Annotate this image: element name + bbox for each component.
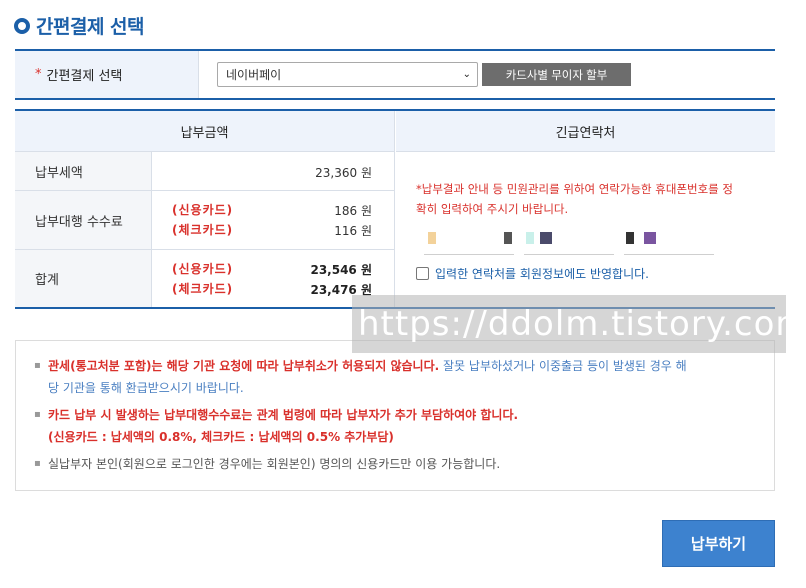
emergency-contact-panel: 긴급연락처 *납부결과 안내 등 민원관리를 위하여 연락가능한 휴대폰번호를 … <box>396 111 775 307</box>
amount-contact-section: 납부금액 납부세액 23,360 원 납부대행 수수료 (신용카드) 186 원… <box>15 109 775 309</box>
pay-button[interactable]: 납부하기 <box>662 520 775 567</box>
required-mark: * <box>35 67 42 82</box>
notice-owner-text: 실납부자 본인(회원으로 로그인한 경우에는 회원본인) 명의의 신용카드만 이… <box>48 457 501 471</box>
notice-refund-guide-2: 당 기관을 통해 환급받으시기 바랍니다. <box>48 381 244 395</box>
notice-item-owner: 실납부자 본인(회원으로 로그인한 경우에는 회원본인) 명의의 신용카드만 이… <box>34 453 754 475</box>
payment-method-select[interactable]: 네이버페이 ⌄ <box>217 62 478 87</box>
fee-credit-label: (신용카드) <box>172 203 234 217</box>
profile-sync-checkbox[interactable] <box>416 267 429 280</box>
fee-check-amount: 116 원 <box>334 224 372 238</box>
notice-fee-line2: (신용카드 : 납세액의 0.8%, 체크카드 : 납세액의 0.5% 추가부담… <box>48 430 394 444</box>
table-row-tax: 납부세액 23,360 원 <box>15 152 394 191</box>
fee-label: 납부대행 수수료 <box>15 191 152 249</box>
watermark: https://ddolm.tistory.com <box>352 295 806 353</box>
notice-item-refund: 관세(통고처분 포함)는 해당 기관 요청에 따라 납부취소가 허용되지 않습니… <box>34 355 754 399</box>
tax-label: 납부세액 <box>15 152 152 190</box>
contact-note-line1: *납부결과 안내 등 민원관리를 위하여 연락가능한 휴대폰번호를 정 <box>416 182 733 196</box>
payment-select-label-text: 간편결제 선택 <box>46 69 123 84</box>
total-label: 합계 <box>15 250 152 307</box>
table-row-total: 합계 (신용카드) 23,546 원 (체크카드) 23,476 원 <box>15 250 394 307</box>
phone-field-3[interactable] <box>624 227 714 255</box>
installment-info-button[interactable]: 카드사별 무이자 할부 <box>482 63 631 86</box>
notice-fee-line1: 카드 납부 시 발생하는 납부대행수수료는 관계 법령에 따라 납부자가 추가 … <box>48 408 519 422</box>
phone-field-2[interactable] <box>524 227 614 255</box>
fee-check-label: (체크카드) <box>172 223 234 237</box>
notice-refund-warning: 관세(통고처분 포함)는 해당 기관 요청에 따라 납부취소가 허용되지 않습니… <box>48 359 440 373</box>
payment-select-row: * 간편결제 선택 네이버페이 ⌄ 카드사별 무이자 할부 <box>15 49 775 100</box>
total-credit-amount: 23,546 원 <box>310 263 372 277</box>
tax-amount: 23,360 원 <box>315 166 372 180</box>
notice-item-fee: 카드 납부 시 발생하는 납부대행수수료는 관계 법령에 따라 납부자가 추가 … <box>34 404 754 448</box>
payment-amount-table: 납부금액 납부세액 23,360 원 납부대행 수수료 (신용카드) 186 원… <box>15 111 395 307</box>
payment-select-cell: 네이버페이 ⌄ 카드사별 무이자 할부 <box>199 51 775 98</box>
tax-value-cell: 23,360 원 <box>152 152 394 190</box>
profile-sync-option[interactable]: 입력한 연락처를 회원정보에도 반영합니다. <box>416 265 649 282</box>
notice-box: 관세(통고처분 포함)는 해당 기관 요청에 따라 납부취소가 허용되지 않습니… <box>15 340 775 491</box>
total-credit-label: (신용카드) <box>172 262 234 276</box>
emergency-contact-header: 긴급연락처 <box>396 111 775 152</box>
table-row-fee: 납부대행 수수료 (신용카드) 186 원 (체크카드) 116 원 <box>15 191 394 250</box>
section-title: 간편결제 선택 <box>14 12 145 39</box>
payment-method-value: 네이버페이 <box>226 68 282 82</box>
contact-note: *납부결과 안내 등 민원관리를 위하여 연락가능한 휴대폰번호를 정 확히 입… <box>416 179 756 219</box>
phone-number-inputs <box>424 227 724 255</box>
fee-credit-amount: 186 원 <box>334 204 372 218</box>
chevron-down-icon: ⌄ <box>462 69 471 80</box>
page-title: 간편결제 선택 <box>36 16 145 38</box>
notice-refund-guide: 잘못 납부하셨거나 이중출금 등이 발생된 경우 해 <box>439 359 687 373</box>
profile-sync-label: 입력한 연락처를 회원정보에도 반영합니다. <box>435 267 649 281</box>
phone-field-1[interactable] <box>424 227 514 255</box>
contact-note-line2: 확히 입력하여 주시기 바랍니다. <box>416 202 569 216</box>
total-check-label: (체크카드) <box>172 282 234 296</box>
circle-bullet-icon <box>14 17 30 34</box>
payment-amount-header: 납부금액 <box>15 111 394 152</box>
payment-select-label: * 간편결제 선택 <box>15 51 199 98</box>
fee-value-cell: (신용카드) 186 원 (체크카드) 116 원 <box>152 191 394 249</box>
